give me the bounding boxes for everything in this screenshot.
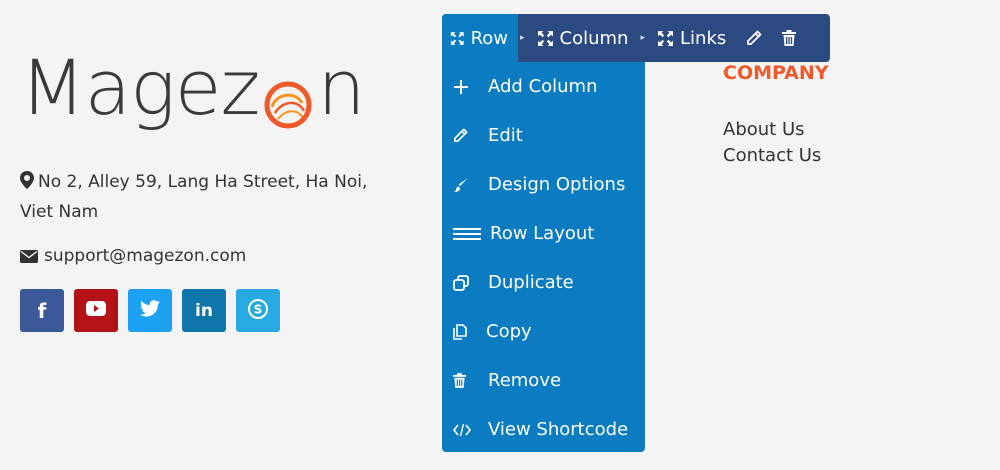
logo-text-start: Magez: [20, 43, 260, 132]
twitter-icon: [140, 300, 160, 321]
trash-icon: [782, 30, 797, 46]
menu-item-duplicate[interactable]: Duplicate: [442, 258, 645, 307]
address-line-2: Viet Nam: [20, 202, 99, 222]
column-label: Column: [559, 27, 629, 49]
youtube-button[interactable]: [74, 289, 118, 332]
email-text[interactable]: support@magezon.com: [44, 243, 246, 269]
menu-item-row-layout[interactable]: Row Layout: [442, 209, 645, 258]
menu-item-label: Design Options: [488, 174, 626, 195]
delete-element-button[interactable]: [772, 14, 806, 62]
move-arrows-icon: [658, 30, 673, 46]
edit-element-button[interactable]: [736, 14, 772, 62]
menu-item-remove[interactable]: Remove: [442, 356, 645, 405]
envelope-icon: [20, 249, 38, 263]
logo-text-end: n: [317, 43, 365, 132]
copy-icon: [452, 323, 486, 340]
skype-button[interactable]: S: [236, 289, 280, 332]
links-selector[interactable]: Links: [647, 14, 736, 62]
logo-o-swirl-icon: [262, 67, 314, 129]
builder-toolbar: Row ▸ Column ▸ Links: [442, 14, 830, 62]
youtube-icon: [86, 301, 106, 320]
facebook-icon: f: [37, 298, 47, 323]
magezon-logo: Magez n: [20, 43, 366, 132]
map-pin-icon: [20, 170, 34, 198]
menu-item-label: Copy: [486, 321, 532, 342]
address-block: No 2, Alley 59, Lang Ha Street, Ha Noi, …: [20, 168, 400, 226]
about-us-link[interactable]: About Us: [723, 117, 821, 143]
plus-icon: [452, 79, 488, 95]
menu-item-label: View Shortcode: [488, 419, 629, 440]
pencil-icon: [452, 128, 488, 143]
linkedin-icon: in: [195, 300, 213, 321]
breadcrumb-separator-icon: ▸: [520, 33, 525, 43]
menu-item-label: Duplicate: [488, 272, 574, 293]
svg-text:S: S: [254, 302, 263, 316]
menu-item-design-options[interactable]: Design Options: [442, 160, 645, 209]
linkedin-button[interactable]: in: [182, 289, 226, 332]
trash-icon: [452, 373, 488, 388]
menu-item-label: Add Column: [488, 76, 598, 97]
menu-item-edit[interactable]: Edit: [442, 111, 645, 160]
company-heading: COMPANY: [723, 62, 829, 84]
code-icon: [452, 423, 488, 437]
menu-item-label: Remove: [488, 370, 562, 391]
brush-icon: [452, 177, 488, 193]
menu-item-view-shortcode[interactable]: View Shortcode: [442, 405, 645, 454]
layout-lines-icon: [452, 227, 490, 241]
row-selector[interactable]: Row: [442, 14, 518, 62]
column-selector[interactable]: Column: [527, 14, 639, 62]
contact-us-link[interactable]: Contact Us: [723, 143, 821, 169]
move-arrows-icon: [537, 30, 553, 46]
social-buttons: f in S: [20, 289, 280, 332]
row-label: Row: [470, 27, 508, 49]
company-links: About Us Contact Us: [723, 117, 821, 169]
menu-item-add-column[interactable]: Add Column: [442, 62, 645, 111]
menu-item-label: Row Layout: [490, 223, 595, 244]
move-arrows-icon: [450, 31, 464, 45]
address-line-1: No 2, Alley 59, Lang Ha Street, Ha Noi,: [38, 172, 368, 192]
facebook-button[interactable]: f: [20, 289, 64, 332]
links-label: Links: [680, 27, 727, 49]
duplicate-icon: [452, 274, 488, 291]
pencil-icon: [747, 30, 762, 45]
row-actions-menu: Add Column Edit Design Options Row Layou…: [442, 62, 645, 452]
menu-item-copy[interactable]: Copy: [442, 307, 645, 356]
breadcrumb-separator-icon: ▸: [640, 33, 645, 43]
twitter-button[interactable]: [128, 289, 172, 332]
skype-icon: S: [247, 298, 269, 324]
menu-item-label: Edit: [488, 125, 523, 146]
email-block: support@magezon.com: [20, 243, 246, 269]
